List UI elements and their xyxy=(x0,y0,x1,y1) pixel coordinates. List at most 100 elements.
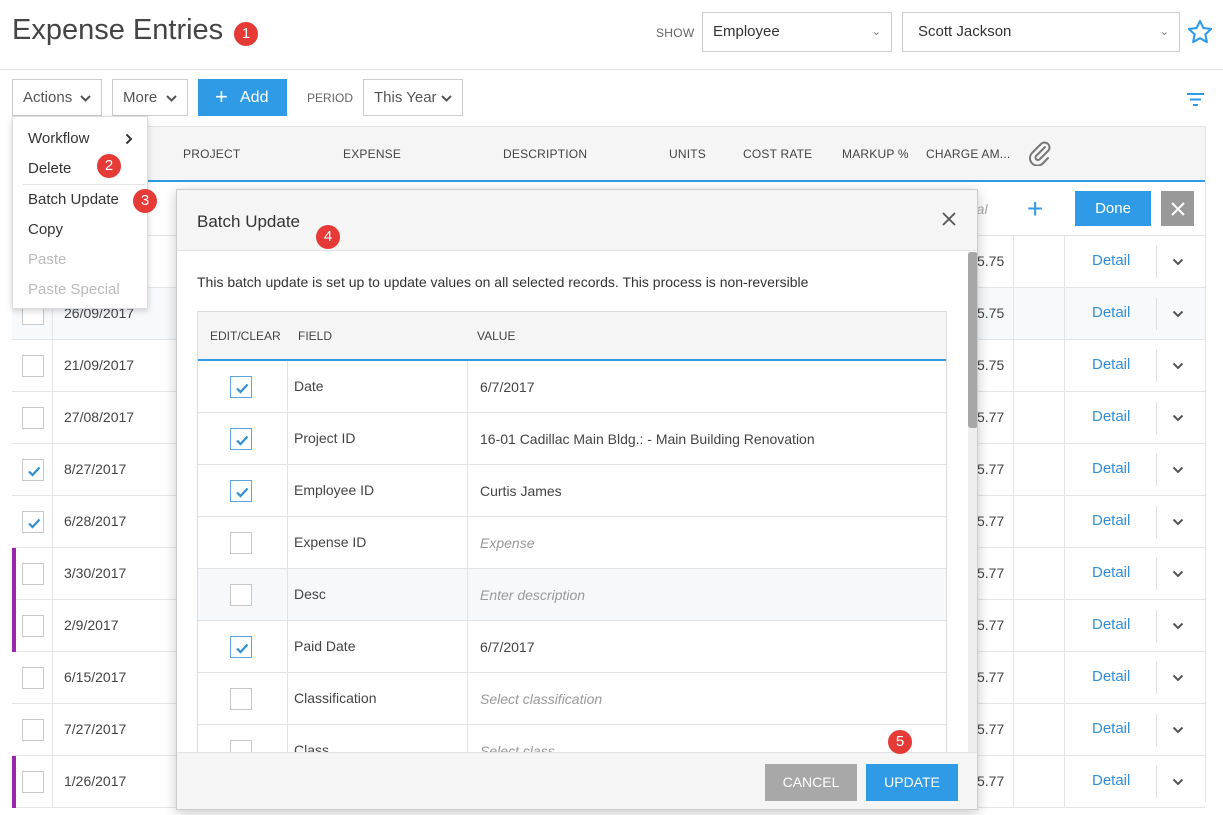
edit-clear-checkbox[interactable] xyxy=(230,532,252,554)
filter-icon[interactable] xyxy=(1187,93,1204,106)
row-checkbox[interactable] xyxy=(22,407,44,429)
col-project[interactable]: PROJECT xyxy=(183,147,240,161)
edit-clear-checkbox[interactable] xyxy=(230,636,252,658)
cell-divider xyxy=(1013,704,1014,756)
cancel-edit-button[interactable] xyxy=(1161,191,1194,226)
field-value-input[interactable]: 6/7/2017 xyxy=(480,639,535,655)
detail-link[interactable]: Detail xyxy=(1092,408,1130,425)
actions-button[interactable]: Actions xyxy=(12,79,102,116)
field-value-input[interactable]: Expense xyxy=(480,535,534,551)
edit-clear-checkbox[interactable] xyxy=(230,480,252,502)
row-expand-button[interactable] xyxy=(1172,563,1184,590)
menu-item-copy[interactable]: Copy xyxy=(28,221,63,238)
chevron-down-icon xyxy=(1172,258,1184,266)
row-checkbox[interactable] xyxy=(22,355,44,377)
row-amount: 5.77 xyxy=(977,617,1005,633)
add-button[interactable]: + Add xyxy=(198,79,287,116)
cell-divider xyxy=(1013,652,1014,704)
edit-clear-checkbox[interactable] xyxy=(230,688,252,710)
dialog-title: Batch Update xyxy=(197,212,301,231)
detail-link[interactable]: Detail xyxy=(1092,668,1130,685)
field-row: Paid Date 6/7/2017 xyxy=(198,621,946,673)
row-checkbox[interactable] xyxy=(22,667,44,689)
more-button[interactable]: More xyxy=(112,79,188,116)
cell-divider xyxy=(1156,558,1157,590)
status-flag xyxy=(12,548,16,600)
update-button[interactable]: UPDATE xyxy=(866,764,958,801)
col-markup[interactable]: MARKUP % xyxy=(842,147,909,161)
row-checkbox[interactable] xyxy=(22,459,44,481)
cell-divider xyxy=(1156,506,1157,538)
detail-link[interactable]: Detail xyxy=(1092,356,1130,373)
menu-item-batch-update[interactable]: Batch Update xyxy=(28,191,119,208)
col-cost-rate[interactable]: COST RATE xyxy=(743,147,812,161)
row-expand-button[interactable] xyxy=(1172,511,1184,538)
cell-divider xyxy=(52,548,53,600)
detail-link[interactable]: Detail xyxy=(1092,720,1130,737)
cell-divider xyxy=(1064,756,1065,808)
edit-clear-checkbox[interactable] xyxy=(230,584,252,606)
field-value-input[interactable]: Curtis James xyxy=(480,483,562,499)
add-row-plus-icon[interactable]: + xyxy=(1027,195,1043,223)
close-icon[interactable] xyxy=(942,212,956,226)
detail-link[interactable]: Detail xyxy=(1092,460,1130,477)
col-units[interactable]: UNITS xyxy=(669,147,706,161)
actions-menu: Workflow Delete Batch Update Copy Paste … xyxy=(12,116,148,309)
row-amount: 5.77 xyxy=(977,773,1005,789)
checkmark-icon xyxy=(236,643,249,654)
cell-divider xyxy=(1013,548,1014,600)
dialog-body: This batch update is set up to update va… xyxy=(177,252,967,752)
cell-divider xyxy=(52,600,53,652)
cell-divider xyxy=(1013,288,1014,340)
col-description[interactable]: DESCRIPTION xyxy=(503,147,587,161)
row-checkbox[interactable] xyxy=(22,719,44,741)
done-button[interactable]: Done xyxy=(1075,191,1151,226)
row-expand-button[interactable] xyxy=(1172,251,1184,278)
detail-link[interactable]: Detail xyxy=(1092,304,1130,321)
detail-link[interactable]: Detail xyxy=(1092,512,1130,529)
period-select[interactable]: This Year xyxy=(363,79,463,116)
person-select[interactable]: Scott Jackson ⌄ xyxy=(902,12,1180,52)
field-value-input[interactable]: Enter description xyxy=(480,587,585,603)
detail-link[interactable]: Detail xyxy=(1092,252,1130,269)
detail-link[interactable]: Detail xyxy=(1092,564,1130,581)
row-expand-button[interactable] xyxy=(1172,355,1184,382)
chevron-down-icon xyxy=(1172,674,1184,682)
row-expand-button[interactable] xyxy=(1172,615,1184,642)
field-row: Class Select class xyxy=(198,725,946,752)
detail-link[interactable]: Detail xyxy=(1092,772,1130,789)
row-checkbox[interactable] xyxy=(22,615,44,637)
row-amount: 5.77 xyxy=(977,721,1005,737)
cell-divider xyxy=(1064,392,1065,444)
edit-clear-checkbox[interactable] xyxy=(230,740,252,752)
edit-clear-checkbox[interactable] xyxy=(230,428,252,450)
field-value-input[interactable]: 16-01 Cadillac Main Bldg.: - Main Buildi… xyxy=(480,431,815,447)
field-value-input[interactable]: 6/7/2017 xyxy=(480,379,535,395)
dialog-scrollbar-thumb[interactable] xyxy=(968,252,977,428)
detail-link[interactable]: Detail xyxy=(1092,616,1130,633)
edit-clear-checkbox[interactable] xyxy=(230,376,252,398)
cell-divider xyxy=(1156,454,1157,486)
row-expand-button[interactable] xyxy=(1172,771,1184,798)
row-expand-button[interactable] xyxy=(1172,719,1184,746)
show-type-select[interactable]: Employee ⌄ xyxy=(702,12,892,52)
row-expand-button[interactable] xyxy=(1172,667,1184,694)
row-expand-button[interactable] xyxy=(1172,303,1184,330)
cell-divider xyxy=(1064,236,1065,288)
col-charge-amount[interactable]: CHARGE AM... xyxy=(926,147,1010,161)
favorite-star-icon[interactable] xyxy=(1186,18,1214,46)
field-value-input[interactable]: Select class xyxy=(480,743,555,752)
field-value-input[interactable]: Select classification xyxy=(480,691,602,707)
row-expand-button[interactable] xyxy=(1172,407,1184,434)
row-expand-button[interactable] xyxy=(1172,459,1184,486)
row-checkbox[interactable] xyxy=(22,563,44,585)
row-checkbox[interactable] xyxy=(22,511,44,533)
menu-item-workflow[interactable]: Workflow xyxy=(28,130,89,147)
col-expense[interactable]: EXPENSE xyxy=(343,147,401,161)
row-checkbox[interactable] xyxy=(22,771,44,793)
cancel-button[interactable]: CANCEL xyxy=(765,764,857,801)
fields-rows: Date 6/7/2017 Project ID 16-01 Cadillac Mai… xyxy=(198,361,946,752)
row-amount: 5.77 xyxy=(977,565,1005,581)
menu-item-delete[interactable]: Delete xyxy=(28,160,71,177)
menu-item-paste: Paste xyxy=(28,251,67,268)
